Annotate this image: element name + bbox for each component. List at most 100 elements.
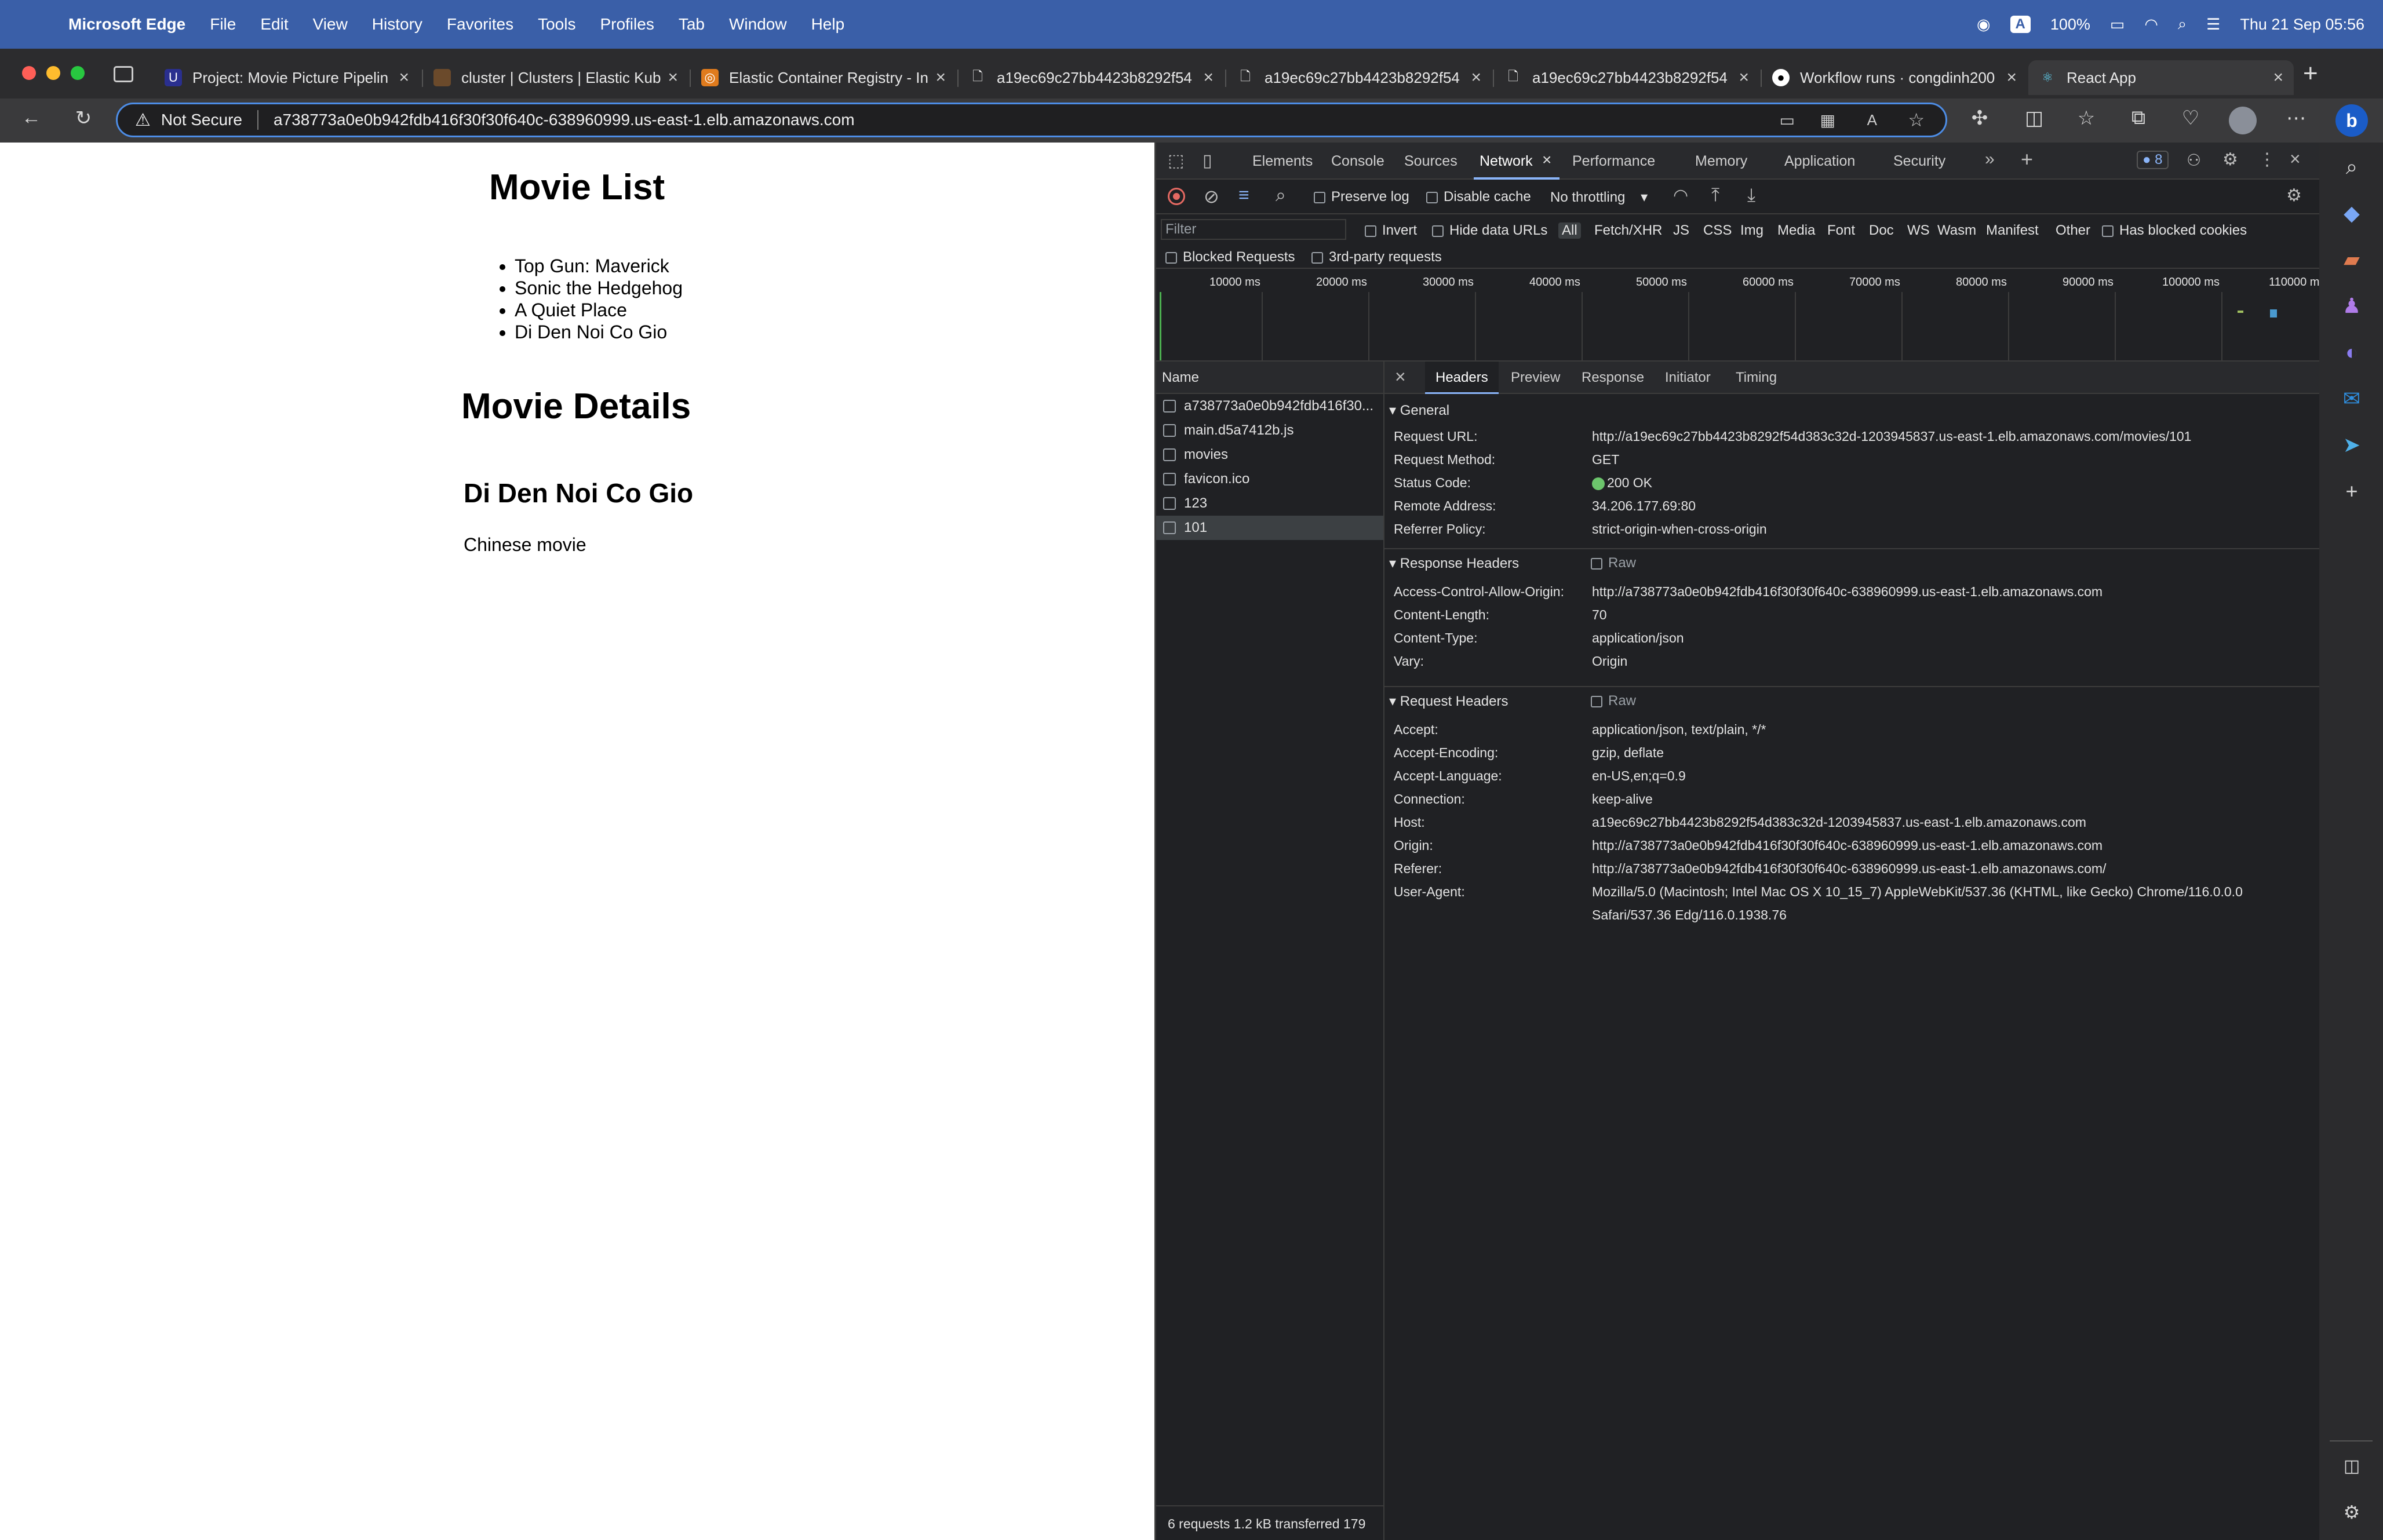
close-details-icon[interactable]: × xyxy=(1395,366,1406,388)
window-minimize-button[interactable] xyxy=(46,66,60,80)
network-timeline-overview[interactable]: 10000 ms 20000 ms 30000 ms 40000 ms 5000… xyxy=(1156,269,2321,362)
browser-essentials-icon[interactable]: ♡ xyxy=(2177,107,2205,130)
record-stop-icon[interactable] xyxy=(1168,188,1185,205)
tab-api-2[interactable]: 🗋 a19ec69c27bb4423b8292f54 × xyxy=(1226,60,1492,95)
devtools-tab-console[interactable]: Console xyxy=(1331,153,1384,170)
request-row[interactable]: a738773a0e0b942fdb416f30... xyxy=(1156,394,1383,418)
extensions-icon[interactable]: ✣ xyxy=(1966,107,1994,130)
disable-cache-checkbox[interactable]: Disable cache xyxy=(1426,189,1531,205)
filter-type-img[interactable]: Img xyxy=(1740,222,1763,239)
bing-copilot-icon[interactable]: b xyxy=(2335,104,2368,137)
menu-file[interactable]: File xyxy=(210,15,236,34)
sidebar-shopping-icon[interactable]: ◆ xyxy=(2335,197,2368,229)
movie-list-item[interactable]: Sonic the Hedgehog xyxy=(515,277,683,299)
has-blocked-cookies-checkbox[interactable]: Has blocked cookies xyxy=(2102,222,2247,239)
tab-react-app[interactable]: ⚛ React App × xyxy=(2028,60,2294,95)
tab-close-icon[interactable]: × xyxy=(668,68,678,87)
clear-log-icon[interactable]: ⊘ xyxy=(1204,185,1219,207)
menu-tools[interactable]: Tools xyxy=(538,15,575,34)
read-aloud-icon[interactable]: A xyxy=(1867,111,1877,129)
menu-view[interactable]: View xyxy=(313,15,348,34)
sidebar-outlook-icon[interactable]: ✉ xyxy=(2335,382,2368,415)
close-devtools-icon[interactable]: × xyxy=(2290,148,2301,170)
favorites-icon[interactable]: ☆ xyxy=(2072,107,2100,130)
url-text[interactable]: a738773a0e0b942fdb416f30f30f640c-6389609… xyxy=(274,111,855,129)
filter-type-wasm[interactable]: Wasm xyxy=(1937,222,1976,239)
back-icon[interactable]: ← xyxy=(17,107,45,129)
filter-type-doc[interactable]: Doc xyxy=(1869,222,1894,239)
more-tabs-icon[interactable]: » xyxy=(1985,149,1995,169)
issues-counter[interactable]: ● 8 xyxy=(2137,151,2169,169)
menu-window[interactable]: Window xyxy=(729,15,787,34)
movie-list-item[interactable]: A Quiet Place xyxy=(515,299,683,321)
third-party-requests-checkbox[interactable]: 3rd-party requests xyxy=(1311,249,1442,265)
request-raw-checkbox[interactable]: Raw xyxy=(1591,693,1636,709)
sidebar-search-icon[interactable]: ⌕ xyxy=(2335,151,2368,183)
devtools-menu-icon[interactable]: ⋮ xyxy=(2258,149,2276,170)
filter-toggle-icon[interactable]: ≡ xyxy=(1238,184,1249,206)
filter-type-other[interactable]: Other xyxy=(2056,222,2090,239)
detail-tab-timing[interactable]: Timing xyxy=(1736,370,1777,386)
filter-input[interactable]: Filter xyxy=(1161,219,1346,240)
filter-type-js[interactable]: JS xyxy=(1673,222,1689,239)
connections-icon[interactable]: ⚇ xyxy=(2187,151,2201,170)
tab-close-icon[interactable]: × xyxy=(1203,68,1214,87)
menu-help[interactable]: Help xyxy=(811,15,845,34)
devtools-tab-elements[interactable]: Elements xyxy=(1252,153,1313,170)
sidebar-settings-icon[interactable]: ⚙ xyxy=(2335,1496,2368,1528)
menu-profiles[interactable]: Profiles xyxy=(600,15,654,34)
network-settings-icon[interactable]: ⚙ xyxy=(2286,185,2302,206)
menu-history[interactable]: History xyxy=(372,15,422,34)
tab-close-icon[interactable]: × xyxy=(935,68,946,87)
filter-type-ws[interactable]: WS xyxy=(1907,222,1930,239)
menu-favorites[interactable]: Favorites xyxy=(447,15,513,34)
devtools-tab-performance[interactable]: Performance xyxy=(1572,153,1655,170)
filter-type-all[interactable]: All xyxy=(1558,222,1581,239)
tab-api-1[interactable]: 🗋 a19ec69c27bb4423b8292f54 × xyxy=(959,60,1224,95)
search-icon[interactable]: ⌕ xyxy=(1276,184,1286,206)
close-network-tab-icon[interactable]: × xyxy=(1542,151,1551,169)
sidebar-add-icon[interactable]: + xyxy=(2335,475,2368,508)
preserve-log-checkbox[interactable]: Preserve log xyxy=(1314,189,1409,205)
address-bar[interactable]: ⚠ Not Secure a738773a0e0b942fdb416f30f30… xyxy=(116,103,1947,137)
movie-list-item[interactable]: Top Gun: Maverick xyxy=(515,255,683,277)
sidebar-tools-icon[interactable]: ▰ xyxy=(2335,243,2368,276)
sidebar-send-icon[interactable]: ➤ xyxy=(2335,429,2368,461)
network-conditions-icon[interactable]: ◠ xyxy=(1673,185,1688,206)
qr-code-icon[interactable]: ▦ xyxy=(1820,111,1835,130)
detail-tab-preview[interactable]: Preview xyxy=(1511,370,1560,386)
export-har-icon[interactable]: ⤓ xyxy=(1747,184,1755,206)
settings-gear-icon[interactable]: ⚙ xyxy=(2222,149,2238,170)
detail-tab-headers[interactable]: Headers xyxy=(1425,362,1499,394)
tab-close-icon[interactable]: × xyxy=(1471,68,1481,87)
profile-avatar[interactable] xyxy=(2229,107,2257,134)
tab-eks-cluster[interactable]: cluster | Clusters | Elastic Kub × xyxy=(423,60,688,95)
tab-github-workflows[interactable]: ● Workflow runs · congdinh200 × xyxy=(1762,60,2027,95)
security-label[interactable]: Not Secure xyxy=(161,111,242,129)
tab-api-3[interactable]: 🗋 a19ec69c27bb4423b8292f54 × xyxy=(1494,60,1759,95)
input-source-indicator[interactable]: A xyxy=(2010,16,2031,33)
section-general-toggle[interactable]: ▾ General xyxy=(1389,402,1449,419)
filter-type-media[interactable]: Media xyxy=(1777,222,1815,239)
tab-actions-icon[interactable] xyxy=(114,66,133,82)
inspect-element-icon[interactable]: ⬚ xyxy=(1168,151,1184,171)
spotlight-search-icon[interactable]: ⌕ xyxy=(2178,15,2187,34)
battery-percent[interactable]: 100% xyxy=(2050,16,2090,34)
app-available-icon[interactable]: ▭ xyxy=(1780,111,1795,130)
menu-app-name[interactable]: Microsoft Edge xyxy=(68,15,185,34)
window-zoom-button[interactable] xyxy=(71,66,85,80)
tab-close-icon[interactable]: × xyxy=(2006,68,2017,87)
invert-checkbox[interactable]: Invert xyxy=(1365,222,1417,239)
add-tab-icon[interactable]: + xyxy=(2021,147,2033,171)
request-row[interactable]: main.d5a7412b.js xyxy=(1156,418,1383,443)
sidebar-hide-icon[interactable]: ◫ xyxy=(2335,1450,2368,1482)
blocked-requests-checkbox[interactable]: Blocked Requests xyxy=(1165,249,1295,265)
sidebar-m365-icon[interactable]: ◐ xyxy=(2335,336,2368,368)
tab-close-icon[interactable]: × xyxy=(1739,68,1749,87)
tab-ecr[interactable]: ◎ Elastic Container Registry - In × xyxy=(691,60,956,95)
request-row[interactable]: favicon.ico xyxy=(1156,467,1383,491)
tab-close-icon[interactable]: × xyxy=(399,68,409,87)
split-screen-icon[interactable]: ◫ xyxy=(2020,107,2048,130)
section-response-headers-toggle[interactable]: ▾ Response Headers xyxy=(1389,555,1519,572)
refresh-icon[interactable]: ↻ xyxy=(70,107,97,130)
